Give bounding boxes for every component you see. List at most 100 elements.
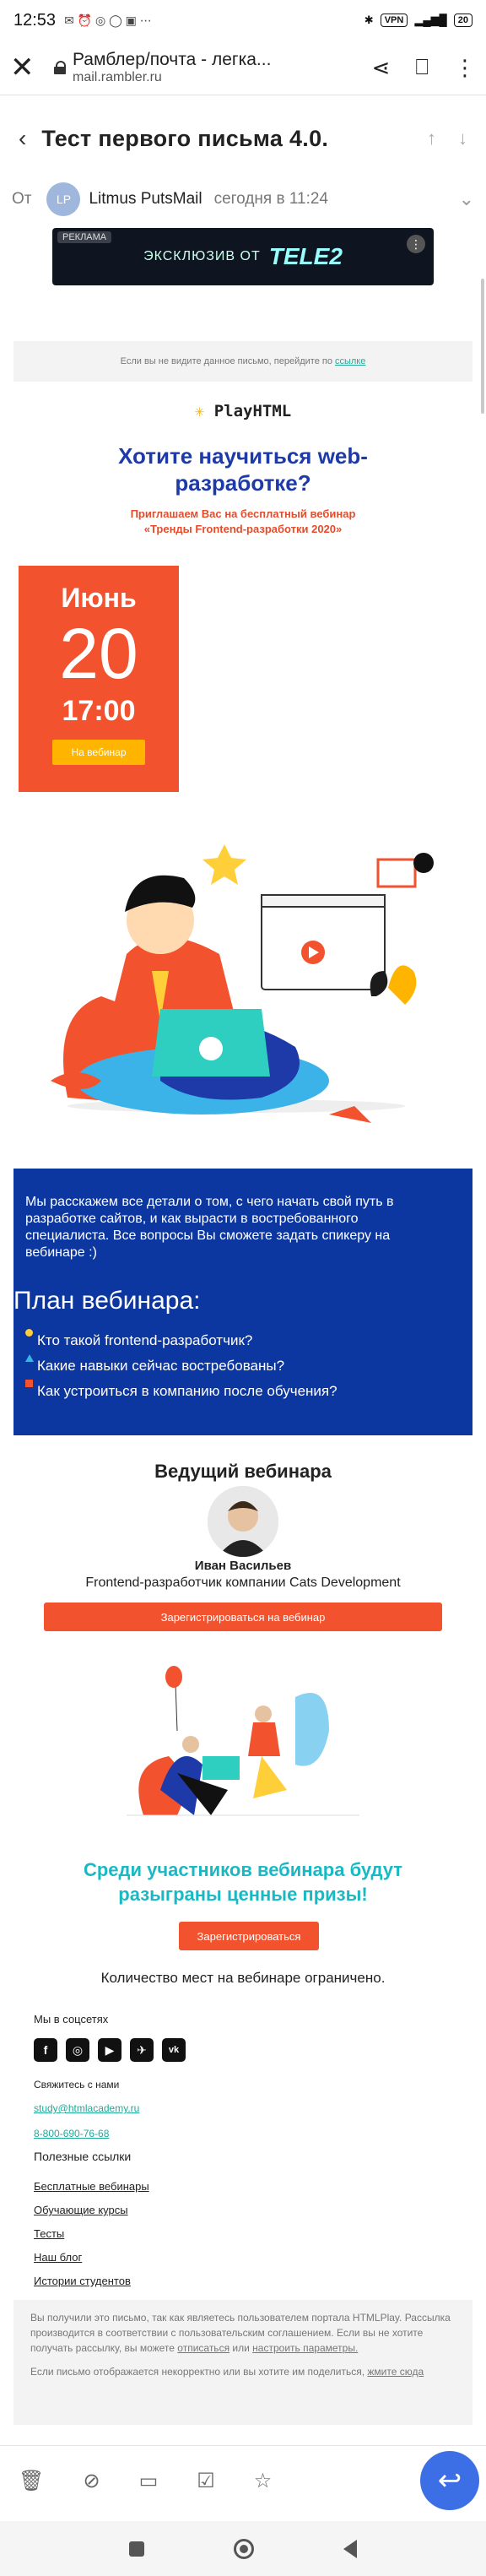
instagram-icon[interactable]: ◎ [66,2038,89,2062]
contact-email-link[interactable]: study@htmlacademy.ru [34,2102,139,2114]
ad-banner[interactable]: РЕКЛАМА ЭКСКЛЮЗИВ ОТ TELE2 ⋮ [52,228,434,285]
view-online-link[interactable]: ссылке [335,356,365,366]
back-icon[interactable]: ‹ [19,125,26,152]
star-icon[interactable]: ☆ [254,2469,273,2493]
scrollbar[interactable] [481,279,484,414]
browser-address[interactable]: Рамблер/почта - легка... mail.rambler.ru [73,50,271,85]
webinar-info-block: Мы расскажем все детали о том, с чего на… [14,1169,472,1435]
prev-mail-icon[interactable]: ↑ [427,127,436,149]
intro-text: Мы расскажем все детали о том, с чего на… [25,1195,394,1260]
plan-item-text: Как устроиться в компанию после обучения… [37,1383,338,1399]
date-card: Июнь 20 17:00 На вебинар [19,566,179,792]
webinar-button[interactable]: На вебинар [52,740,145,765]
legal-paragraph: Если письмо отображается некорректно или… [30,2364,456,2379]
settings-link[interactable]: настроить параметры. [252,2342,358,2354]
legal-paragraph: Вы получили это письмо, так как являетес… [30,2310,456,2356]
plan-item-text: Кто такой frontend-разработчик? [37,1332,253,1348]
host-role: Frontend-разработчик компании Cats Devel… [85,1575,401,1590]
social-title: Мы в соцсетях [34,2013,109,2026]
status-bar: 12:53 ✉ ⏰ ◎ ◯ ▣ ⋯ ✱ VPN ▂▄▆█ 20 [0,0,486,41]
register-button[interactable]: Зарегистрироваться [179,1922,319,1950]
vk-icon[interactable]: vk [162,2038,186,2062]
useful-links-title: Полезные ссылки [34,2150,132,2163]
telegram-icon[interactable]: ✈ [130,2038,154,2062]
mail-date: сегодня в 11:24 [213,190,328,208]
host-avatar [208,1486,278,1557]
legal-text: или [232,2342,250,2354]
webinar-month: Июнь [61,583,137,613]
plan-item-text: Какие навыки сейчас востребованы? [37,1358,285,1374]
hero-subtitle: Приглашаем Вас на бесплатный вебинар «Тр… [130,507,356,535]
mail-action-bar: 🗑 ⊘ ▭ ☑ ☆ [0,2445,486,2516]
host-name: Иван Васильев [194,1559,292,1573]
mark-read-icon[interactable]: ☑ [197,2469,215,2493]
contact-title: Свяжитесь с нами [34,2079,120,2091]
plan-title: План вебинара: [14,1287,201,1315]
sender-name: Litmus PutsMail [89,190,202,208]
sender-row[interactable]: От LP Litmus PutsMail сегодня в 11:24 ⌄ [0,179,486,220]
reply-button[interactable]: ↩ [420,2451,479,2510]
ad-menu-icon[interactable]: ⋮ [407,235,425,253]
notification-icons: ✉ ⏰ ◎ ◯ ▣ ⋯ [64,13,152,27]
view-online-notice: Если вы не видите данное письмо, перейди… [14,341,472,382]
hero-illustration [51,844,434,1123]
page-url: mail.rambler.ru [73,70,162,84]
notice-text: Если вы не видите данное письмо, перейди… [120,356,332,366]
ad-brand: TELE2 [268,243,343,269]
bluetooth-icon: ✱ [364,14,374,26]
recents-icon[interactable] [129,2541,144,2557]
footer-link-stories[interactable]: Истории студентов [34,2275,131,2287]
social-links: f ◎ ▶ ✈ vk [34,2038,186,2062]
bookmark-icon[interactable]: ⎕ [415,54,429,81]
footer-link-tests[interactable]: Тесты [34,2227,64,2240]
facebook-icon[interactable]: f [34,2038,57,2062]
delete-icon[interactable]: 🗑 [19,2469,44,2493]
register-webinar-button[interactable]: Зарегистрироваться на вебинар [44,1603,442,1631]
webinar-day: 20 [59,614,138,693]
signal-icon: ▂▄▆█ [414,14,447,26]
view-in-browser-link[interactable]: жмите сюда [367,2366,424,2378]
legal-notice: Вы получили это письмо, так как являетес… [14,2300,472,2425]
prize-title: Среди участников вебинара будут разыгран… [83,1859,403,1905]
home-icon[interactable] [234,2538,254,2559]
unsubscribe-link[interactable]: отписаться [177,2342,230,2354]
playhtml-logo: ✳ PlayHTML [0,402,486,420]
browser-toolbar: ✕ Рамблер/почта - легка... mail.rambler.… [0,41,486,95]
plan-item: Какие навыки сейчас востребованы? [25,1354,285,1375]
plan-item: Как устроиться в компанию после обучения… [25,1380,338,1400]
lock-icon [54,61,66,74]
footer-link-courses[interactable]: Обучающие курсы [34,2204,128,2216]
logo-mark-icon: ✳ [194,402,205,420]
prize-illustration [127,1666,359,1816]
chevron-down-icon[interactable]: ⌄ [459,188,474,210]
page-title: Рамблер/почта - легка... [73,50,272,69]
footer-link-blog[interactable]: Наш блог [34,2251,82,2264]
close-icon[interactable]: ✕ [10,51,47,84]
folder-icon[interactable]: ▭ [139,2469,159,2493]
host-heading: Ведущий вебинара [154,1461,332,1482]
hero-title: Хотите научиться web-разработке? [118,443,368,496]
bullet-square-icon [25,1380,33,1387]
spam-icon[interactable]: ⊘ [83,2469,100,2493]
back-nav-icon[interactable] [343,2539,357,2558]
bullet-triangle-icon [25,1354,34,1362]
youtube-icon[interactable]: ▶ [98,2038,122,2062]
seats-limit-text: Количество мест на вебинаре ограничено. [100,1970,386,1986]
next-mail-icon[interactable]: ↓ [458,127,467,149]
avatar: LP [46,182,81,216]
footer-link-webinars[interactable]: Бесплатные вебинары [34,2180,149,2193]
plan-item: Кто такой frontend-разработчик? [25,1329,253,1349]
more-menu-icon[interactable]: ⋮ [454,55,476,81]
bullet-circle-icon [25,1329,33,1337]
legal-text: Если письмо отображается некорректно или… [30,2366,365,2378]
ad-text: ЭКСКЛЮЗИВ ОТ [143,249,261,263]
vpn-badge: VPN [380,14,408,27]
mail-header: ‹ Тест первого письма 4.0. ↑ ↓ [0,105,486,172]
from-label: От [12,190,32,208]
contact-phone-link[interactable]: 8-800-690-76-68 [34,2128,109,2139]
share-icon[interactable]: ⋖ [372,55,391,81]
status-time: 12:53 [14,10,57,30]
logo-text: PlayHTML [213,402,292,420]
webinar-time: 17:00 [62,695,136,727]
mail-subject: Тест первого письма 4.0. [41,125,329,151]
